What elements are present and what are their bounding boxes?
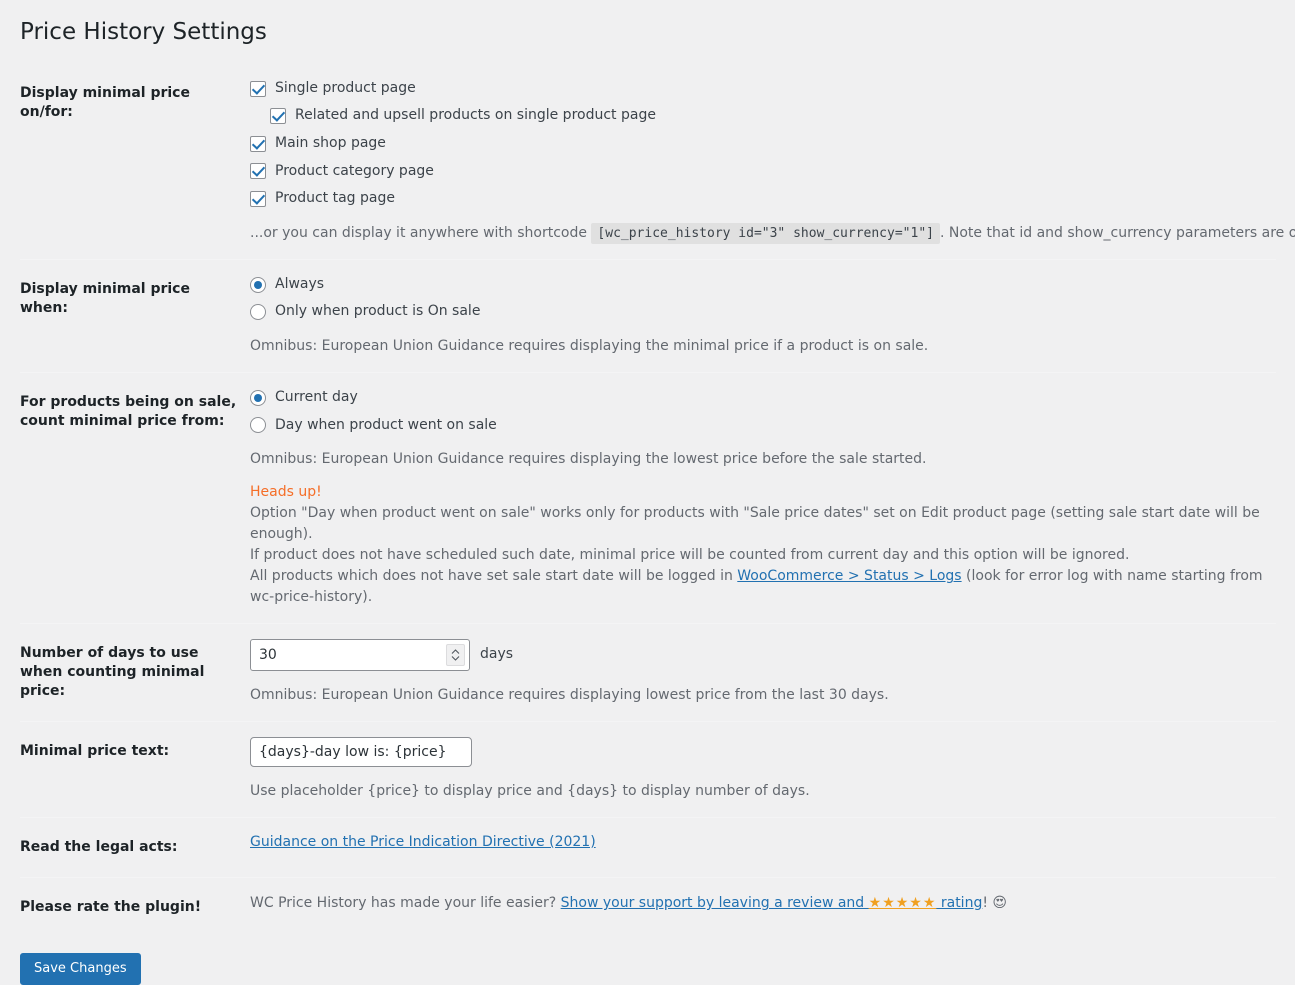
rate-text-before: WC Price History has made your life easi… bbox=[250, 895, 561, 911]
cell-legal: Guidance on the Price Indication Directi… bbox=[250, 818, 1276, 878]
label-count-from: For products being on sale, count minima… bbox=[20, 373, 250, 624]
checkbox-main-shop-page[interactable]: Main shop page bbox=[250, 134, 1266, 154]
page-title: Price History Settings bbox=[20, 0, 1275, 64]
cell-display-on: Single product page Related and upsell p… bbox=[250, 64, 1276, 259]
checkbox-label: Related and upsell products on single pr… bbox=[295, 106, 656, 126]
row-rate: Please rate the plugin! WC Price History… bbox=[20, 878, 1276, 937]
woocommerce-logs-link[interactable]: WooCommerce > Status > Logs bbox=[737, 568, 961, 584]
cell-display-when: Always Only when product is On sale Omni… bbox=[250, 259, 1276, 372]
cell-price-text: Use placeholder {price} to display price… bbox=[250, 722, 1276, 818]
radio-label: Only when product is On sale bbox=[275, 302, 480, 322]
checkbox-label: Product category page bbox=[275, 162, 434, 182]
row-days: Number of days to use when counting mini… bbox=[20, 624, 1276, 722]
radio-day-went-on-sale[interactable]: Day when product went on sale bbox=[250, 416, 1266, 436]
leave-review-label: Show your support by leaving a review an… bbox=[561, 895, 869, 911]
note-line-3: All products which does not have set sal… bbox=[250, 566, 1266, 608]
days-description: Omnibus: European Union Guidance require… bbox=[250, 685, 1266, 706]
settings-page: Price History Settings Display minimal p… bbox=[0, 0, 1295, 985]
settings-form-table: Display minimal price on/for: Single pro… bbox=[20, 64, 1276, 937]
row-count-from: For products being on sale, count minima… bbox=[20, 373, 1276, 624]
radio-icon[interactable] bbox=[250, 417, 266, 433]
checkbox-icon[interactable] bbox=[250, 163, 266, 179]
label-display-on: Display minimal price on/for: bbox=[20, 64, 250, 259]
radio-label: Current day bbox=[275, 388, 358, 408]
checkbox-product-tag-page[interactable]: Product tag page bbox=[250, 189, 1266, 209]
display-when-description: Omnibus: European Union Guidance require… bbox=[250, 336, 1266, 357]
radio-always[interactable]: Always bbox=[250, 275, 1266, 295]
radio-label: Day when product went on sale bbox=[275, 416, 497, 436]
row-display-on: Display minimal price on/for: Single pro… bbox=[20, 64, 1276, 259]
submit-area: Save Changes bbox=[20, 937, 1275, 985]
number-stepper-icon[interactable] bbox=[446, 644, 465, 666]
days-number-field[interactable] bbox=[250, 639, 470, 671]
checkbox-icon[interactable] bbox=[270, 108, 286, 124]
count-from-description: Omnibus: European Union Guidance require… bbox=[250, 449, 1266, 470]
rate-exclaim: ! bbox=[982, 895, 988, 911]
radio-label: Always bbox=[275, 275, 324, 295]
row-price-text: Minimal price text: Use placeholder {pri… bbox=[20, 722, 1276, 818]
checkbox-label: Main shop page bbox=[275, 134, 386, 154]
leave-review-link[interactable]: Show your support by leaving a review an… bbox=[561, 895, 983, 911]
checkbox-product-category-page[interactable]: Product category page bbox=[250, 162, 1266, 182]
save-changes-button[interactable]: Save Changes bbox=[20, 953, 141, 985]
cell-days: days Omnibus: European Union Guidance re… bbox=[250, 624, 1276, 722]
checkbox-label: Single product page bbox=[275, 79, 416, 99]
rate-plugin-text: WC Price History has made your life easi… bbox=[250, 893, 1266, 914]
star-rating-icon: ★★★★★ bbox=[869, 895, 937, 911]
radio-current-day[interactable]: Current day bbox=[250, 388, 1266, 408]
label-display-when: Display minimal price when: bbox=[20, 259, 250, 372]
row-display-when: Display minimal price when: Always Only … bbox=[20, 259, 1276, 372]
radio-icon[interactable] bbox=[250, 277, 266, 293]
shortcode-description: ...or you can display it anywhere with s… bbox=[250, 223, 1266, 244]
minimal-price-text-input[interactable] bbox=[250, 737, 472, 767]
checkbox-icon[interactable] bbox=[250, 81, 266, 97]
days-input[interactable] bbox=[251, 640, 446, 670]
row-legal: Read the legal acts: Guidance on the Pri… bbox=[20, 818, 1276, 878]
days-unit-label: days bbox=[480, 645, 513, 665]
price-text-description: Use placeholder {price} to display price… bbox=[250, 781, 1266, 802]
shortcode-suffix-text: . Note that id and show_currency paramet… bbox=[940, 225, 1295, 241]
days-input-group: days bbox=[250, 639, 1266, 671]
label-days: Number of days to use when counting mini… bbox=[20, 624, 250, 722]
label-legal: Read the legal acts: bbox=[20, 818, 250, 878]
rating-word: rating bbox=[936, 895, 982, 911]
shortcode-prefix-text: ...or you can display it anywhere with s… bbox=[250, 225, 587, 241]
radio-icon[interactable] bbox=[250, 304, 266, 320]
note-line-2: If product does not have scheduled such … bbox=[250, 545, 1266, 566]
cell-count-from: Current day Day when product went on sal… bbox=[250, 373, 1276, 624]
checkbox-icon[interactable] bbox=[250, 136, 266, 152]
shortcode-snippet: [wc_price_history id="3" show_currency="… bbox=[591, 223, 940, 244]
checkbox-icon[interactable] bbox=[250, 191, 266, 207]
radio-only-on-sale[interactable]: Only when product is On sale bbox=[250, 302, 1266, 322]
heart-eyes-emoji-icon: 😍 bbox=[992, 895, 1007, 911]
checkbox-related-upsell[interactable]: Related and upsell products on single pr… bbox=[250, 106, 1266, 126]
cell-rate: WC Price History has made your life easi… bbox=[250, 878, 1276, 937]
note-line-3-before: All products which does not have set sal… bbox=[250, 568, 737, 584]
note-line-1: Option "Day when product went on sale" w… bbox=[250, 503, 1266, 545]
label-rate: Please rate the plugin! bbox=[20, 878, 250, 937]
checkbox-single-product-page[interactable]: Single product page bbox=[250, 79, 1266, 99]
checkbox-label: Product tag page bbox=[275, 189, 395, 209]
price-indication-directive-link[interactable]: Guidance on the Price Indication Directi… bbox=[250, 834, 596, 850]
radio-icon[interactable] bbox=[250, 390, 266, 406]
heads-up-warning: Heads up! bbox=[250, 482, 1266, 503]
label-price-text: Minimal price text: bbox=[20, 722, 250, 818]
